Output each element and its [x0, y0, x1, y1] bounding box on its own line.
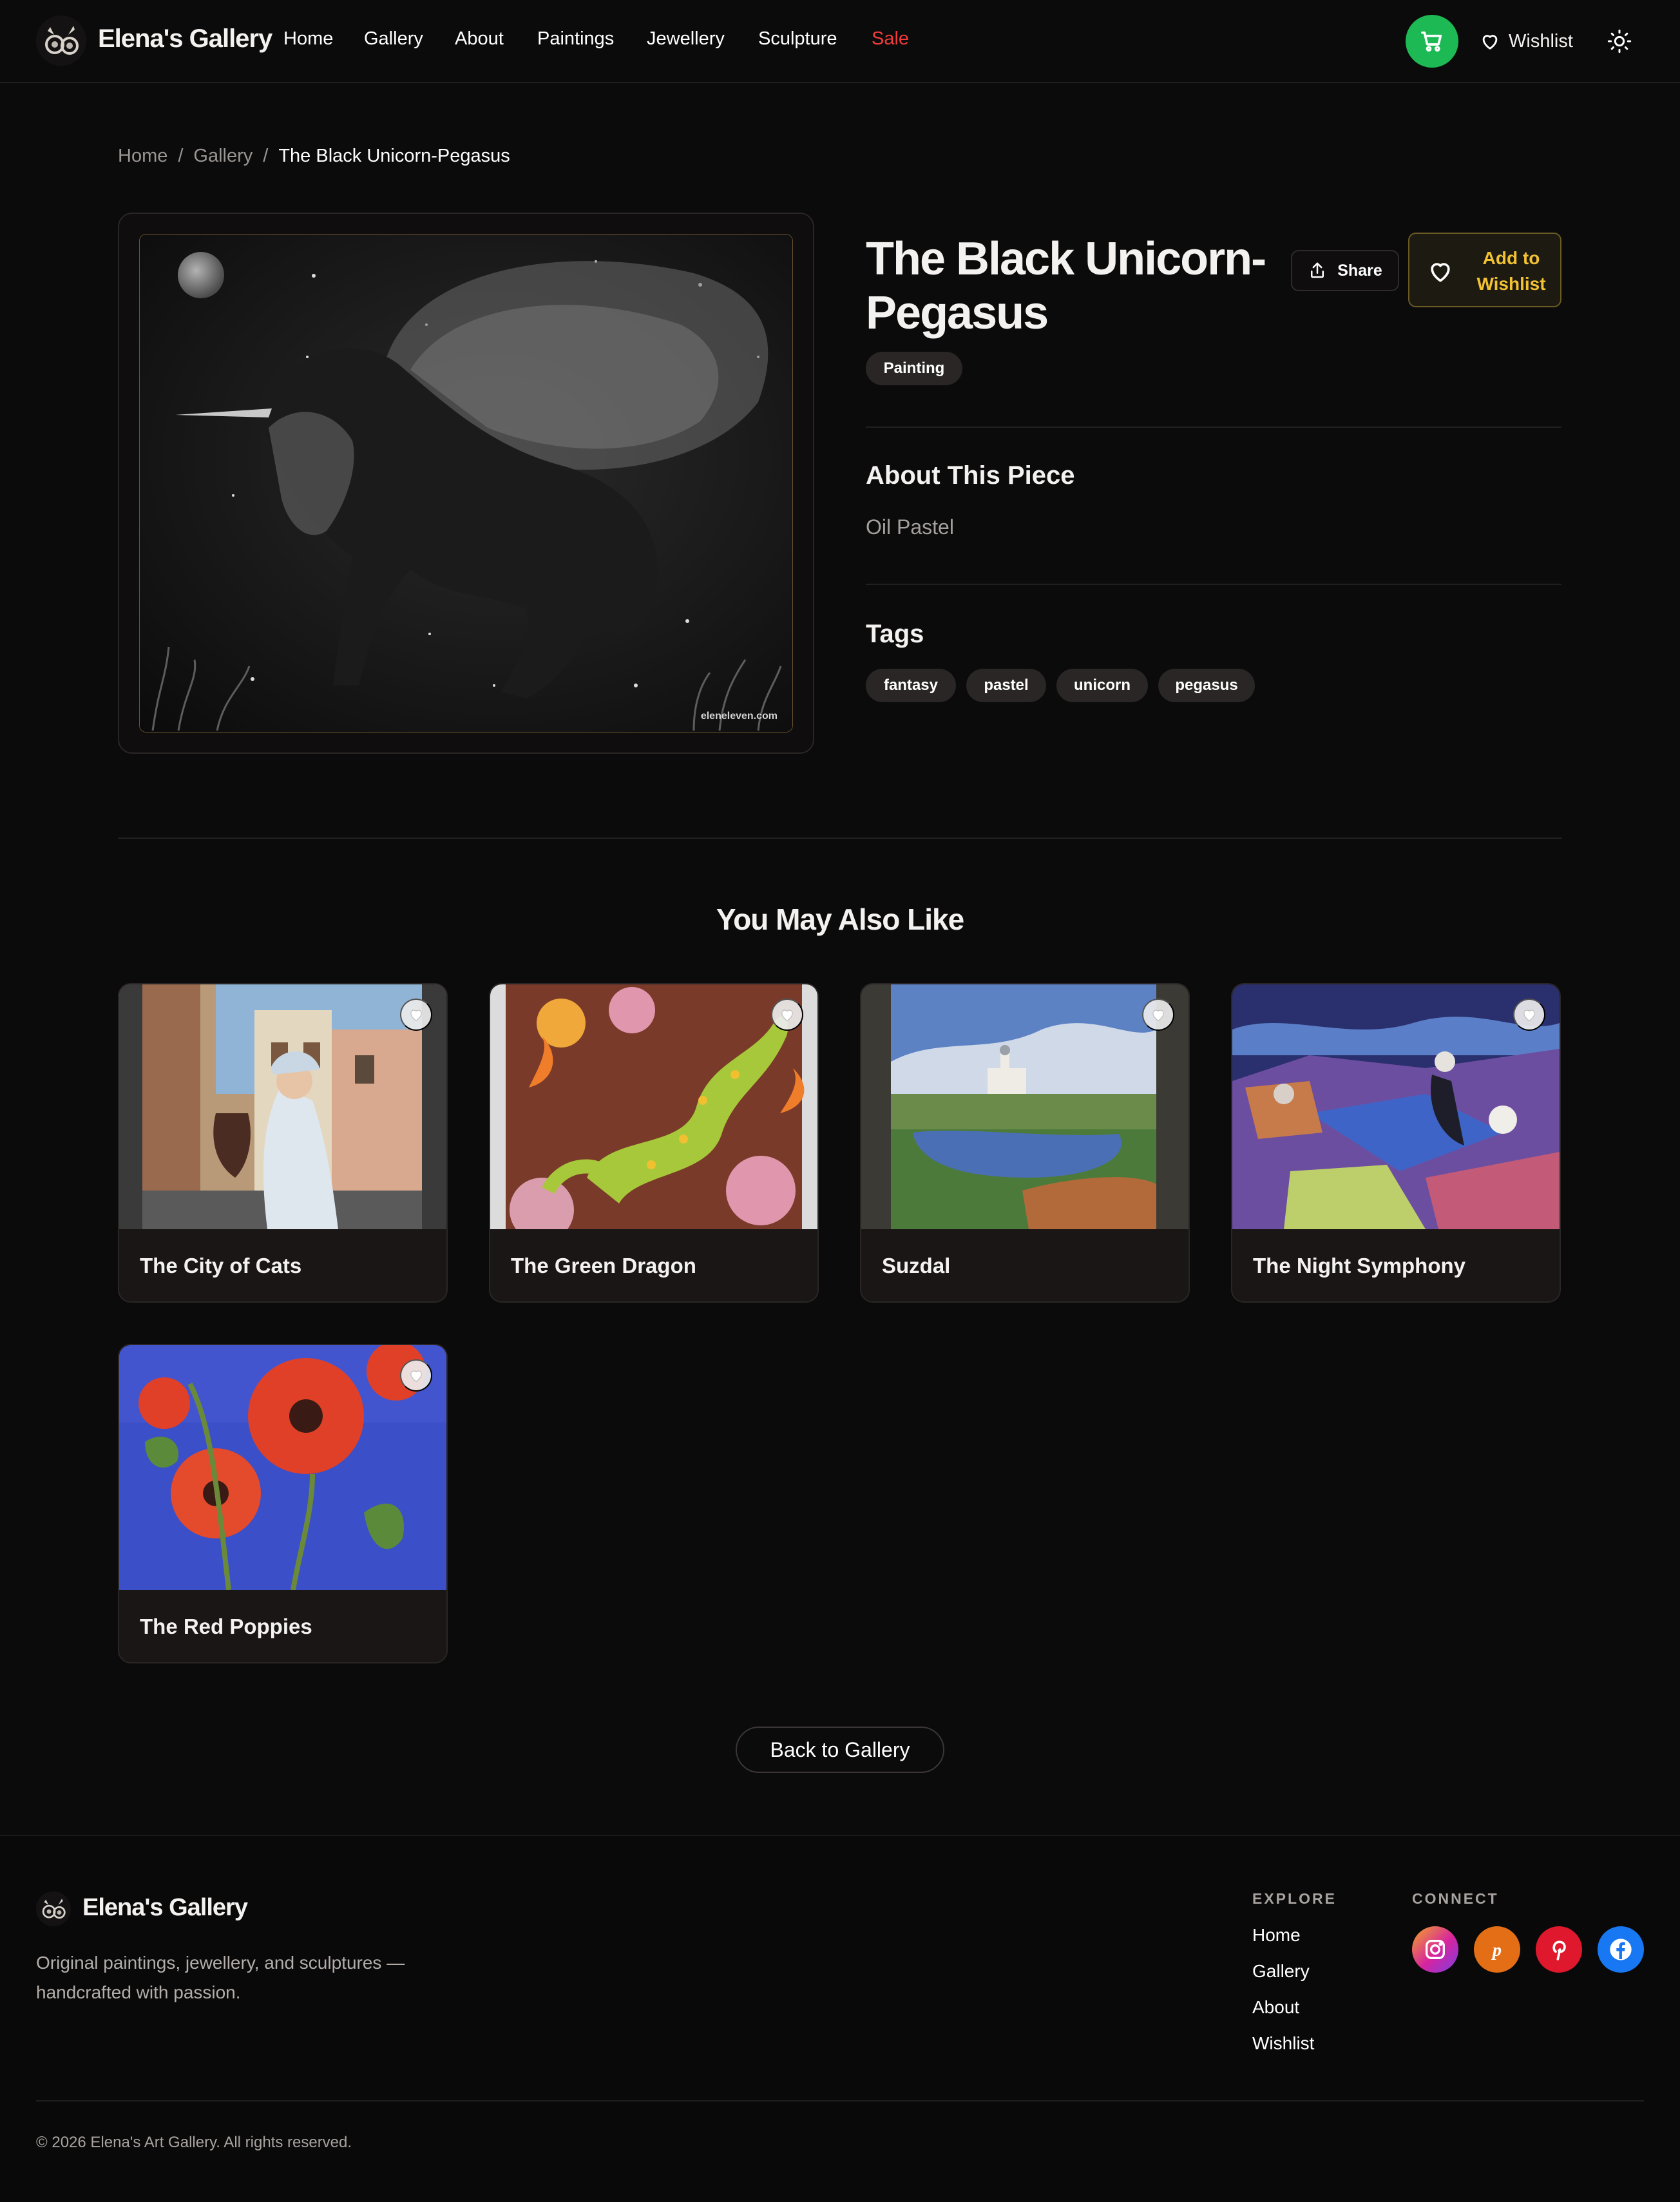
tag-chip[interactable]: unicorn [1056, 669, 1148, 702]
favorite-button[interactable] [1142, 999, 1174, 1031]
add-to-wishlist-label: Add to Wishlist [1476, 248, 1546, 294]
tag-chip[interactable]: fantasy [866, 669, 956, 702]
nav-sculpture[interactable]: Sculpture [758, 28, 837, 50]
artwork-thumbnail [1232, 984, 1560, 1229]
heart-icon [1152, 1010, 1164, 1022]
site-brand[interactable]: Elena's Gallery [98, 24, 272, 53]
footer-brand[interactable]: Elena's Gallery [82, 1894, 248, 1922]
pinterest-icon[interactable] [1536, 1926, 1582, 1973]
artwork-thumbnail [861, 984, 1188, 1229]
artwork-card[interactable]: Suzdal [860, 983, 1190, 1303]
footer-divider [36, 2100, 1644, 2101]
nav-sale[interactable]: Sale [872, 28, 909, 50]
about-heading: About This Piece [866, 461, 1075, 490]
back-to-gallery-button[interactable]: Back to Gallery [736, 1727, 944, 1773]
heart-icon [410, 1370, 422, 1383]
heart-icon [781, 1010, 793, 1022]
artwork-thumbnail [119, 1345, 446, 1590]
breadcrumb-gallery[interactable]: Gallery [193, 146, 253, 167]
svg-text:p: p [1491, 1940, 1502, 1960]
artwork-thumbnail [490, 984, 817, 1229]
artwork-card-title: The Red Poppies [140, 1614, 312, 1638]
theme-toggle-button[interactable] [1607, 28, 1632, 54]
favorite-button[interactable] [400, 1359, 432, 1392]
artwork-frame: eleneleven.com [118, 213, 814, 754]
artwork-image[interactable]: eleneleven.com [140, 235, 792, 732]
logo-icon[interactable] [36, 15, 86, 66]
artwork-title: The Black Unicorn-Pegasus [866, 233, 1266, 339]
footer-description: Original paintings, jewellery, and sculp… [36, 1953, 405, 2002]
nav-home[interactable]: Home [283, 28, 333, 50]
artwork-watermark: eleneleven.com [701, 711, 778, 722]
breadcrumb-separator: / [263, 146, 269, 166]
artwork-card-title: Suzdal [882, 1254, 951, 1278]
instagram-icon[interactable] [1412, 1926, 1458, 1973]
breadcrumb-separator: / [178, 146, 184, 166]
artwork-card[interactable]: The Night Symphony [1231, 983, 1561, 1303]
breadcrumb-current: The Black Unicorn-Pegasus [278, 146, 510, 166]
divider [866, 584, 1561, 585]
divider [866, 426, 1561, 428]
logo-icon[interactable] [36, 1891, 71, 1926]
favorite-button[interactable] [400, 999, 432, 1031]
wishlist-label: Wishlist [1509, 30, 1573, 52]
connect-heading: CONNECT [1412, 1890, 1499, 1907]
artwork-card-title: The Night Symphony [1253, 1254, 1465, 1278]
cart-icon [1421, 31, 1442, 52]
artwork-card[interactable]: The City of Cats [118, 983, 448, 1303]
copyright: © 2026 Elena's Art Gallery. All rights r… [36, 2134, 352, 2151]
artwork-card-title: The City of Cats [140, 1254, 302, 1278]
site-header: Elena's Gallery Home Gallery About Paint… [0, 0, 1680, 83]
wishlist-link[interactable]: Wishlist [1479, 28, 1573, 54]
heart-icon [1482, 35, 1498, 50]
add-to-wishlist-button[interactable]: Add to Wishlist [1408, 233, 1561, 307]
artwork-card[interactable]: The Green Dragon [489, 983, 819, 1303]
nav-paintings[interactable]: Paintings [537, 28, 614, 50]
etsy-icon[interactable]: p [1474, 1926, 1520, 1973]
artwork-card[interactable]: The Red Poppies [118, 1344, 448, 1663]
related-heading: You May Also Like [716, 903, 964, 936]
category-badge: Painting [866, 352, 962, 385]
cart-button[interactable] [1406, 15, 1458, 68]
favorite-button[interactable] [1513, 999, 1545, 1031]
footer-link-home[interactable]: Home [1252, 1925, 1301, 1946]
heart-icon [1431, 263, 1450, 282]
artwork-medium: Oil Pastel [866, 515, 954, 539]
breadcrumb-home[interactable]: Home [118, 146, 167, 167]
footer-link-wishlist[interactable]: Wishlist [1252, 2033, 1314, 2054]
explore-heading: EXPLORE [1252, 1890, 1337, 1907]
facebook-icon[interactable] [1598, 1926, 1644, 1973]
nav-about[interactable]: About [455, 28, 504, 50]
site-footer: Elena's Gallery Original paintings, jewe… [0, 1835, 1680, 2202]
tag-chip[interactable]: pastel [966, 669, 1046, 702]
heart-icon [410, 1010, 422, 1022]
share-icon [1311, 262, 1324, 278]
share-button[interactable]: Share [1291, 250, 1399, 291]
breadcrumb: Home / Gallery / The Black Unicorn-Pegas… [118, 146, 510, 167]
share-label: Share [1337, 261, 1382, 280]
nav-gallery[interactable]: Gallery [364, 28, 423, 50]
favorite-button[interactable] [771, 999, 803, 1031]
artwork-card-title: The Green Dragon [511, 1254, 696, 1278]
footer-link-about[interactable]: About [1252, 1997, 1299, 2018]
heart-icon [1523, 1010, 1535, 1022]
footer-link-gallery[interactable]: Gallery [1252, 1961, 1310, 1982]
tag-chip[interactable]: pegasus [1158, 669, 1255, 702]
section-divider [118, 838, 1562, 839]
nav-jewellery[interactable]: Jewellery [647, 28, 725, 50]
sun-icon [1607, 29, 1632, 53]
tags-heading: Tags [866, 620, 924, 648]
artwork-thumbnail [119, 984, 446, 1229]
